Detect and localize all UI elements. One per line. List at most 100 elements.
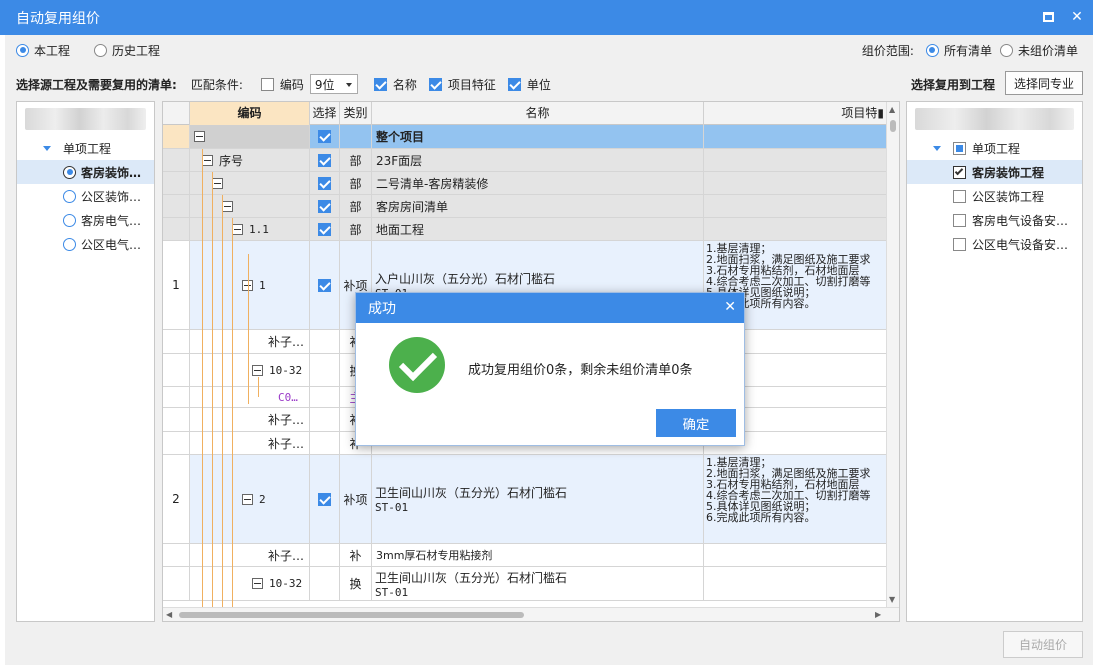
header-code[interactable]: 编码 bbox=[190, 102, 310, 125]
type-cell: 部 bbox=[340, 218, 372, 240]
vertical-scrollbar[interactable]: ▲ ▼ bbox=[886, 102, 899, 607]
radio-checked-icon[interactable] bbox=[16, 43, 29, 57]
select-cell bbox=[310, 149, 340, 171]
select-cell bbox=[310, 387, 340, 407]
code-digits-select[interactable]: 9位 bbox=[309, 74, 358, 94]
radio-checked-icon[interactable] bbox=[925, 43, 939, 57]
checkbox-checked-icon[interactable] bbox=[953, 165, 966, 179]
current-project-radio[interactable]: 本工程 bbox=[16, 42, 70, 59]
name-cell: 客房房间清单 bbox=[372, 195, 704, 217]
range-unpriced-radio[interactable]: 未组价清单 bbox=[999, 42, 1078, 59]
table-row[interactable]: 1.1 部 地面工程 bbox=[163, 218, 887, 241]
match-code-checkbox[interactable]: 编码 bbox=[260, 76, 304, 93]
match-label: 匹配条件: bbox=[190, 77, 243, 92]
type-cell bbox=[340, 125, 372, 148]
table-row[interactable]: 补子… 补 3mm厚石材专用粘接剂 bbox=[163, 544, 887, 567]
target-node-room-electrical[interactable]: 客房电气设备安… bbox=[907, 208, 1082, 232]
table-row[interactable]: 序号 部 23F面层 bbox=[163, 149, 887, 172]
close-icon[interactable]: ✕ bbox=[724, 299, 736, 315]
match-name-checkbox[interactable]: 名称 bbox=[373, 76, 417, 93]
tree-node-room-decoration[interactable]: 客房装饰… bbox=[17, 160, 154, 184]
checkbox-checked-icon[interactable] bbox=[318, 176, 331, 190]
scroll-right-icon[interactable]: ▶ bbox=[875, 610, 881, 620]
checkbox-checked-icon[interactable] bbox=[428, 77, 442, 91]
target-node-public-decoration[interactable]: 公区装饰工程 bbox=[907, 184, 1082, 208]
collapse-icon[interactable] bbox=[242, 493, 253, 505]
tree-node-public-electrical[interactable]: 公区电气… bbox=[17, 232, 154, 256]
checkbox-checked-icon[interactable] bbox=[507, 77, 521, 91]
checkbox-unchecked-icon[interactable] bbox=[953, 189, 966, 203]
range-all-radio[interactable]: 所有清单 bbox=[925, 42, 992, 59]
table-row[interactable]: 10-32 换 卫生间山川灰（五分光）石材门槛石 ST-01 bbox=[163, 567, 887, 601]
table-row[interactable]: 2 2 补项 卫生间山川灰（五分光）石材门槛石 ST-01 1.基层清理； 2.… bbox=[163, 455, 887, 544]
header-select[interactable]: 选择 bbox=[310, 102, 340, 125]
ok-button[interactable]: 确定 bbox=[656, 409, 736, 437]
collapse-icon[interactable] bbox=[232, 223, 243, 235]
collapse-icon[interactable] bbox=[252, 578, 263, 589]
match-feature-checkbox[interactable]: 项目特征 bbox=[428, 76, 496, 93]
window-title: 自动复用组价 bbox=[16, 10, 100, 27]
table-row[interactable]: 部 二号清单-客房精装修 bbox=[163, 172, 887, 195]
header-name[interactable]: 名称 bbox=[372, 102, 704, 125]
header-feature[interactable]: 项目特▮ bbox=[704, 102, 887, 125]
tree-node-label: 单项工程 bbox=[63, 141, 112, 156]
radio-unchecked-icon[interactable] bbox=[63, 189, 76, 203]
checkbox-checked-icon[interactable] bbox=[318, 278, 331, 292]
checkbox-unchecked-icon[interactable] bbox=[260, 77, 274, 91]
select-same-discipline-button[interactable]: 选择同专业 bbox=[1005, 71, 1083, 95]
close-icon[interactable]: ✕ bbox=[1069, 9, 1085, 25]
target-node-room-decoration[interactable]: 客房装饰工程 bbox=[907, 160, 1082, 184]
name-cell: 23F面层 bbox=[372, 149, 704, 171]
scroll-up-icon[interactable]: ▲ bbox=[889, 105, 895, 115]
name-subtext: ST-01 bbox=[375, 585, 409, 599]
header-feature-label: 项目特 bbox=[841, 106, 878, 120]
header-type[interactable]: 类别 bbox=[340, 102, 372, 125]
radio-unchecked-icon[interactable] bbox=[63, 237, 76, 251]
checkbox-checked-icon[interactable] bbox=[318, 130, 331, 143]
match-unit-checkbox[interactable]: 单位 bbox=[507, 76, 551, 93]
target-node-single-project[interactable]: 单项工程 bbox=[907, 136, 1082, 160]
chevron-down-icon bbox=[345, 83, 352, 87]
target-node-public-electrical[interactable]: 公区电气设备安… bbox=[907, 232, 1082, 256]
tree-node-room-electrical[interactable]: 客房电气… bbox=[17, 208, 154, 232]
row-number bbox=[163, 149, 190, 171]
checkbox-unchecked-icon[interactable] bbox=[953, 237, 966, 251]
radio-unchecked-icon[interactable] bbox=[999, 43, 1013, 57]
radio-checked-icon[interactable] bbox=[63, 165, 76, 179]
checkbox-partial-icon[interactable] bbox=[953, 141, 966, 155]
collapse-icon[interactable] bbox=[222, 200, 233, 212]
table-row[interactable]: 整个项目 bbox=[163, 125, 887, 149]
feature-cell bbox=[704, 149, 887, 171]
history-project-radio[interactable]: 历史工程 bbox=[94, 42, 160, 59]
checkbox-checked-icon[interactable] bbox=[318, 153, 331, 167]
row-number bbox=[163, 172, 190, 194]
checkbox-checked-icon[interactable] bbox=[318, 222, 331, 236]
collapse-icon[interactable] bbox=[202, 154, 213, 166]
auto-pricing-button[interactable]: 自动组价 bbox=[1003, 631, 1083, 658]
table-row[interactable]: 部 客房房间清单 bbox=[163, 195, 887, 218]
tree-node-public-decoration[interactable]: 公区装饰… bbox=[17, 184, 154, 208]
checkbox-unchecked-icon[interactable] bbox=[953, 213, 966, 227]
select-cell bbox=[310, 544, 340, 566]
collapse-icon[interactable] bbox=[194, 131, 205, 142]
radio-unchecked-icon[interactable] bbox=[63, 213, 76, 227]
checkbox-checked-icon[interactable] bbox=[318, 492, 331, 506]
expand-triangle-icon[interactable] bbox=[43, 145, 51, 151]
scroll-left-icon[interactable]: ◀ bbox=[166, 610, 172, 620]
vertical-scroll-thumb[interactable] bbox=[890, 120, 896, 132]
tree-node-single-project[interactable]: 单项工程 bbox=[17, 136, 154, 160]
expand-triangle-icon[interactable] bbox=[933, 145, 941, 151]
row-number bbox=[163, 218, 190, 240]
feature-cell bbox=[704, 218, 887, 240]
select-cell bbox=[310, 330, 340, 353]
scroll-down-icon[interactable]: ▼ bbox=[889, 595, 895, 605]
blurred-project-name bbox=[915, 108, 1074, 130]
horizontal-scroll-thumb[interactable] bbox=[179, 612, 524, 618]
radio-unchecked-icon[interactable] bbox=[94, 43, 108, 57]
collapse-icon[interactable] bbox=[212, 177, 223, 189]
maximize-icon[interactable] bbox=[1043, 9, 1059, 25]
horizontal-scrollbar[interactable]: ◀ ▶ bbox=[163, 607, 899, 621]
checkbox-checked-icon[interactable] bbox=[373, 77, 387, 91]
checkbox-checked-icon[interactable] bbox=[318, 199, 331, 213]
collapse-icon[interactable] bbox=[252, 364, 263, 376]
